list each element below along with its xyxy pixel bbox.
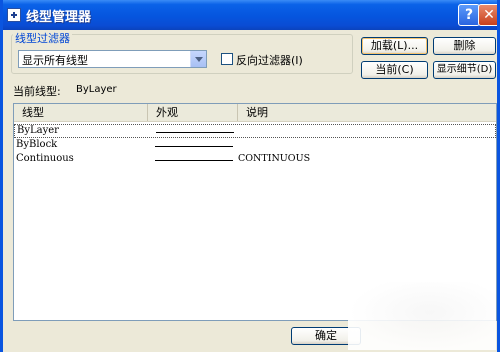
- watermark-overlay: [348, 282, 496, 350]
- help-button[interactable]: ?: [458, 4, 480, 26]
- linetype-name: Continuous: [16, 153, 74, 164]
- column-header-description[interactable]: 说明: [238, 104, 462, 121]
- invert-filter-checkbox[interactable]: [221, 53, 233, 65]
- list-row-bylayer[interactable]: ByLayer: [14, 124, 496, 138]
- list-row-continuous[interactable]: Continuous CONTINUOUS: [14, 153, 496, 167]
- column-header-linetype[interactable]: 线型: [14, 104, 148, 121]
- linetype-preview: [156, 132, 234, 133]
- invert-filter-label[interactable]: 反向过滤器(I): [236, 52, 303, 68]
- current-linetype-value: ByLayer: [76, 84, 117, 95]
- filter-group-label: 线型过滤器: [13, 30, 72, 46]
- title-bar[interactable]: 线型管理器 ? ✕: [3, 0, 497, 30]
- show-details-button[interactable]: 显示细节(D): [433, 61, 496, 79]
- load-button[interactable]: 加载(L)...: [361, 37, 428, 55]
- column-header-appearance[interactable]: 外观: [148, 104, 238, 121]
- app-icon: [7, 8, 21, 22]
- linetype-preview: [155, 146, 233, 147]
- linetype-description: CONTINUOUS: [238, 153, 311, 164]
- chevron-down-icon[interactable]: [190, 51, 206, 67]
- dialog-title: 线型管理器: [26, 10, 92, 25]
- set-current-button[interactable]: 当前(C): [361, 61, 428, 79]
- linetype-preview: [155, 160, 233, 161]
- current-linetype-label: 当前线型:: [13, 85, 61, 98]
- list-header: 线型 外观 说明: [14, 104, 496, 122]
- linetype-name: ByBlock: [16, 139, 58, 150]
- delete-button[interactable]: 删除: [433, 37, 496, 55]
- close-button[interactable]: ✕: [478, 4, 497, 26]
- linetype-manager-dialog: 线型管理器 ? ✕ 线型过滤器 显示所有线型 反向过滤器(I) 加载(L)...…: [0, 0, 500, 352]
- linetype-name: ByLayer: [17, 125, 59, 136]
- list-row-byblock[interactable]: ByBlock: [14, 139, 496, 153]
- filter-selected-value: 显示所有线型: [22, 54, 88, 67]
- filter-dropdown[interactable]: 显示所有线型: [18, 50, 207, 68]
